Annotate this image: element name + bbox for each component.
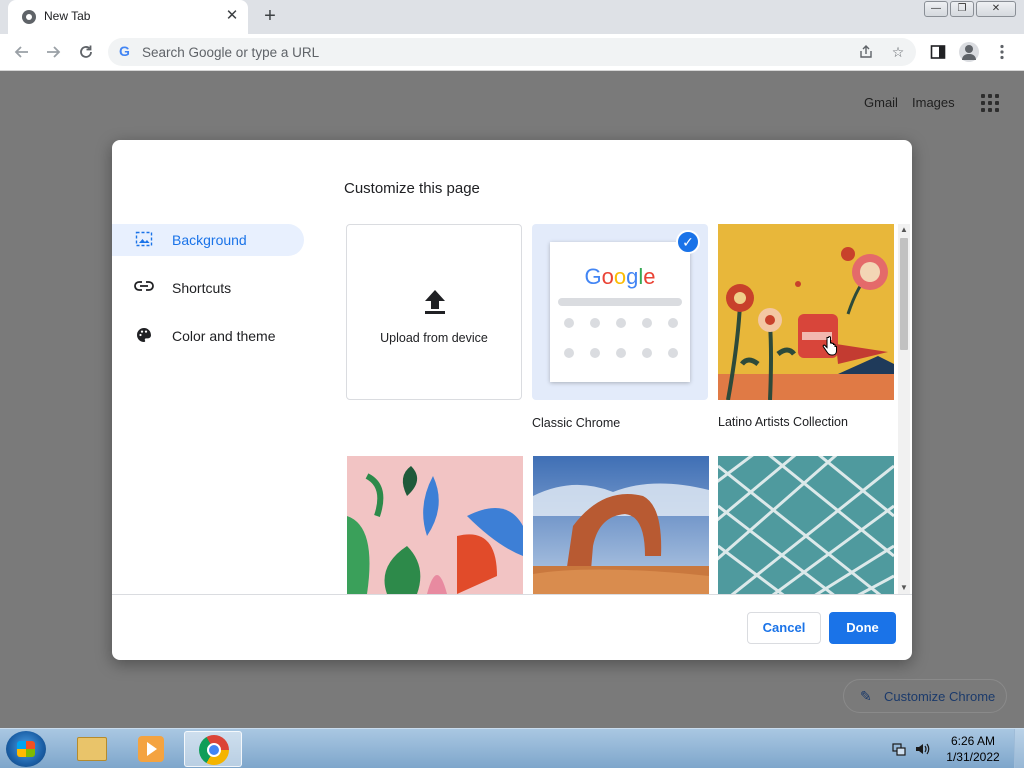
latino-artists-artwork — [718, 224, 894, 400]
bookmark-star-icon[interactable]: ☆ — [887, 41, 909, 63]
media-player-icon — [138, 736, 164, 762]
upload-label: Upload from device — [380, 331, 488, 345]
sidebar-item-color-and-theme[interactable]: Color and theme — [112, 320, 304, 352]
sidebar-item-label: Background — [172, 232, 247, 248]
pencil-icon: ✎ — [860, 688, 872, 704]
classic-chrome-preview: Google — [550, 242, 690, 382]
floral-artwork — [347, 456, 523, 594]
hand-cursor-icon — [822, 336, 837, 356]
tiles-scrollbar[interactable]: ▲ ▼ — [898, 224, 910, 594]
done-button[interactable]: Done — [829, 612, 896, 644]
chrome-favicon-icon — [22, 10, 36, 24]
shortcut-dots-preview — [564, 318, 678, 358]
windows-taskbar: 6:26 AM 1/31/2022 — [0, 728, 1024, 768]
taskbar-chrome[interactable] — [184, 731, 242, 767]
tab-close-icon[interactable]: ✕ — [224, 8, 240, 24]
folder-icon — [77, 737, 107, 761]
upload-from-device-tile[interactable]: Upload from device — [346, 224, 522, 400]
scroll-up-arrow-icon[interactable]: ▲ — [898, 224, 910, 236]
customize-dialog: Customize this page Background Shortcuts… — [112, 140, 912, 660]
more-vert-icon — [1000, 44, 1004, 60]
share-icon[interactable] — [855, 41, 877, 63]
reload-icon — [80, 45, 92, 58]
search-bar-preview — [558, 298, 682, 306]
scroll-thumb[interactable] — [900, 238, 908, 350]
profile-avatar-icon[interactable] — [959, 42, 979, 62]
image-icon — [134, 231, 154, 249]
clock-date: 1/31/2022 — [946, 750, 1000, 764]
floral-artwork-tile[interactable] — [347, 456, 523, 594]
google-g-icon: G — [119, 43, 130, 59]
customize-chrome-button[interactable]: ✎ Customize Chrome — [843, 679, 1007, 713]
images-link[interactable]: Images — [912, 95, 955, 110]
sidebar-item-label: Shortcuts — [172, 280, 232, 296]
link-icon — [134, 279, 154, 297]
cancel-button[interactable]: Cancel — [747, 612, 821, 644]
glass-building-photo-tile[interactable] — [718, 456, 894, 594]
browser-toolbar: G Search Google or type a URL ☆ — [0, 34, 1024, 71]
latino-artists-collection-tile[interactable] — [718, 224, 894, 400]
network-icon[interactable] — [891, 741, 907, 757]
forward-button[interactable] — [41, 40, 65, 64]
sidebar-item-background[interactable]: Background — [112, 224, 304, 256]
sidebar-item-shortcuts[interactable]: Shortcuts — [112, 272, 304, 304]
windows-start-button[interactable] — [6, 731, 46, 767]
google-apps-icon[interactable] — [981, 94, 999, 112]
dialog-title: Customize this page — [344, 180, 480, 197]
google-logo: Google — [584, 264, 656, 289]
classic-chrome-tile[interactable]: Google ✓ — [532, 224, 708, 400]
sidebar-item-label: Color and theme — [172, 328, 276, 344]
footer-divider — [112, 594, 912, 595]
side-panel-button[interactable] — [926, 40, 950, 64]
palette-icon — [134, 327, 154, 345]
taskbar-file-explorer[interactable] — [62, 731, 120, 767]
scroll-down-arrow-icon[interactable]: ▼ — [898, 582, 910, 594]
reload-button[interactable] — [74, 40, 98, 64]
minimize-button[interactable]: — — [924, 1, 948, 17]
show-desktop-button[interactable] — [1014, 729, 1024, 768]
taskbar-media-player[interactable] — [122, 731, 180, 767]
customize-chrome-label: Customize Chrome — [884, 689, 996, 704]
rock-arch-photo-tile[interactable] — [533, 456, 709, 594]
system-clock[interactable]: 6:26 AM 1/31/2022 — [936, 733, 1010, 765]
tab-strip: New Tab ✕ + — ❐ ✕ — [0, 0, 1024, 34]
back-arrow-icon — [14, 46, 28, 58]
window-controls: — ❐ ✕ — [922, 1, 1016, 17]
side-panel-icon — [930, 45, 946, 59]
upload-icon — [425, 290, 445, 314]
gmail-link[interactable]: Gmail — [864, 95, 898, 110]
latino-artists-collection-label: Latino Artists Collection — [718, 415, 848, 429]
volume-icon[interactable] — [914, 741, 930, 757]
new-tab-button[interactable]: + — [258, 5, 282, 29]
chrome-icon — [199, 735, 229, 765]
rock-arch-photo — [533, 456, 709, 594]
maximize-button[interactable]: ❐ — [950, 1, 974, 17]
forward-arrow-icon — [47, 46, 61, 58]
tab-title: New Tab — [44, 9, 91, 23]
back-button[interactable] — [10, 40, 34, 64]
omnibox[interactable]: G Search Google or type a URL ☆ — [108, 38, 916, 66]
omnibox-placeholder: Search Google or type a URL — [142, 45, 320, 60]
clock-time: 6:26 AM — [950, 734, 996, 748]
tab-new-tab[interactable]: New Tab ✕ — [8, 0, 248, 34]
classic-chrome-label: Classic Chrome — [532, 416, 621, 430]
checkmark-icon: ✓ — [676, 230, 700, 254]
close-window-button[interactable]: ✕ — [976, 1, 1016, 17]
menu-button[interactable] — [990, 40, 1014, 64]
glass-building-photo — [718, 456, 894, 594]
